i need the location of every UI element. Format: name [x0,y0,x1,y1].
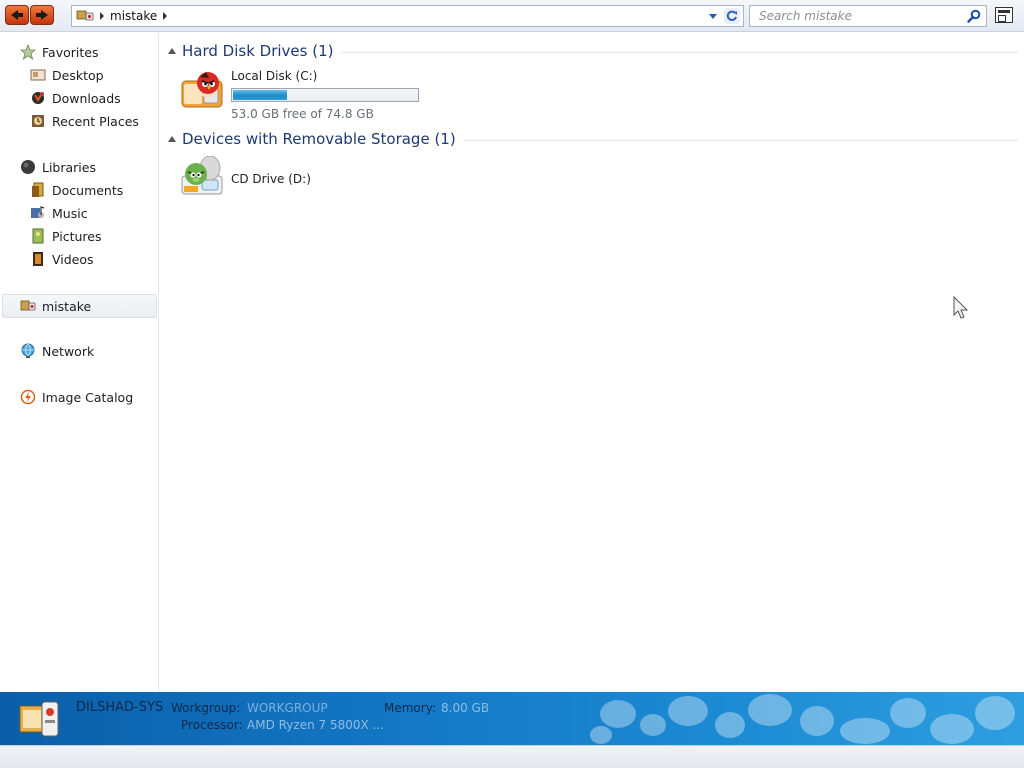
drive-name: Local Disk (C:) [231,69,318,83]
decorative-bubble [715,712,745,738]
computer-large-icon [19,701,59,737]
content-pane: Hard Disk Drives (1) Local Disk (C:) 53.… [160,33,1024,692]
decorative-bubble [640,714,666,736]
sidebar-item-label: Desktop [52,67,104,83]
image-catalog-icon [20,389,36,405]
sidebar-item-network[interactable]: Network [0,341,94,361]
back-arrow-icon [11,10,23,20]
sidebar-item-label: Favorites [42,44,99,60]
decorative-bubble [890,698,926,728]
decorative-bubble [590,726,612,744]
workgroup-label: Workgroup: [171,701,241,715]
sidebar-item-label: Videos [52,251,94,267]
drive-info: Local Disk (C:) 53.0 GB free of 74.8 GB [231,69,419,121]
memory-label: Memory: [384,701,436,715]
decorative-bubble [748,694,792,726]
drive-local-disk-c[interactable]: Local Disk (C:) 53.0 GB free of 74.8 GB [178,69,419,121]
group-divider [463,139,1018,141]
sidebar-item-label: Recent Places [52,113,139,129]
group-header-removable-storage[interactable]: Devices with Removable Storage (1) [168,128,1018,150]
collapse-arrow-icon[interactable] [168,48,176,54]
decorative-bubble [600,700,636,728]
mouse-cursor-icon [953,296,969,319]
libraries-icon [21,160,35,174]
navigation-pane: Favorites Desktop Downloads Recent Place… [0,33,159,692]
favorites-star-icon [20,44,36,60]
drive-free-space: 53.0 GB free of 74.8 GB [231,107,374,121]
sidebar-item-label: Libraries [42,159,96,175]
computer-icon [20,300,36,311]
sidebar-item-label: Music [52,205,88,221]
search-input[interactable] [750,6,955,26]
documents-icon [32,182,44,197]
sidebar-item-desktop[interactable]: Desktop [0,65,104,85]
decorative-bubble [668,696,708,726]
processor-label: Processor: [181,718,243,732]
disk-usage-bar [231,88,419,102]
sidebar-item-videos[interactable]: Videos [0,249,94,269]
address-bar[interactable]: mistake [71,5,744,27]
breadcrumb-chevron-icon[interactable] [163,12,168,20]
sidebar-item-music[interactable]: Music [0,203,88,223]
navigation-bar: mistake [0,0,1024,32]
cd-drive-icon [181,156,223,195]
sidebar-item-downloads[interactable]: Downloads [0,88,121,108]
collapse-arrow-icon[interactable] [168,136,176,142]
sidebar-item-recent-places[interactable]: Recent Places [0,111,139,131]
back-button[interactable] [5,5,29,25]
downloads-icon [32,92,44,104]
sidebar-item-label: Image Catalog [42,389,134,405]
processor-value: AMD Ryzen 7 5800X ... [247,718,384,732]
forward-arrow-icon [36,10,48,20]
breadcrumb-separator-icon[interactable] [100,12,104,20]
details-pane: DILSHAD-SYS Workgroup: WORKGROUP Memory:… [0,692,1024,745]
decorative-bubble [930,714,974,744]
network-icon [21,343,35,358]
computer-name: DILSHAD-SYS [76,700,164,715]
sidebar-item-favorites[interactable]: Favorites [0,42,98,62]
decorative-bubble [800,706,834,736]
status-bar [0,745,1024,768]
desktop-icon [30,69,46,81]
search-icon[interactable] [967,9,981,23]
sidebar-item-image-catalog[interactable]: Image Catalog [0,387,133,407]
sidebar-item-label: Documents [52,182,124,198]
sidebar-item-pictures[interactable]: Pictures [0,226,102,246]
forward-button[interactable] [30,5,54,25]
pictures-icon [32,228,44,244]
drive-cd-d[interactable]: CD Drive (D:) [178,156,311,198]
computer-icon [76,10,94,21]
disk-usage-fill [233,90,287,100]
sidebar-item-label: Pictures [52,228,102,244]
refresh-icon[interactable] [724,8,740,24]
decorative-bubble [840,718,890,744]
sidebar-item-label: Network [42,343,95,359]
drive-info: CD Drive (D:) [231,156,311,198]
recent-places-icon [32,115,44,127]
group-divider [341,51,1018,53]
sidebar-item-documents[interactable]: Documents [0,180,123,200]
preview-pane-button[interactable] [995,7,1013,23]
group-header-hard-disk-drives[interactable]: Hard Disk Drives (1) [168,40,1018,62]
hard-drive-icon [181,72,223,108]
sidebar-item-label: mistake [42,298,92,314]
videos-icon [33,252,43,266]
drive-name: CD Drive (D:) [231,172,311,186]
sidebar-item-libraries[interactable]: Libraries [0,157,96,177]
sidebar-item-computer[interactable]: mistake [2,294,157,318]
group-title: Devices with Removable Storage (1) [182,130,456,148]
group-title: Hard Disk Drives (1) [182,42,334,60]
memory-value: 8.00 GB [441,701,490,715]
music-icon [31,206,45,218]
breadcrumb-mistake[interactable]: mistake [110,9,157,23]
search-box[interactable] [749,5,987,27]
sidebar-item-label: Downloads [52,90,121,106]
workgroup-value: WORKGROUP [247,701,328,715]
decorative-bubble [975,696,1015,730]
address-dropdown-icon[interactable] [709,14,717,19]
